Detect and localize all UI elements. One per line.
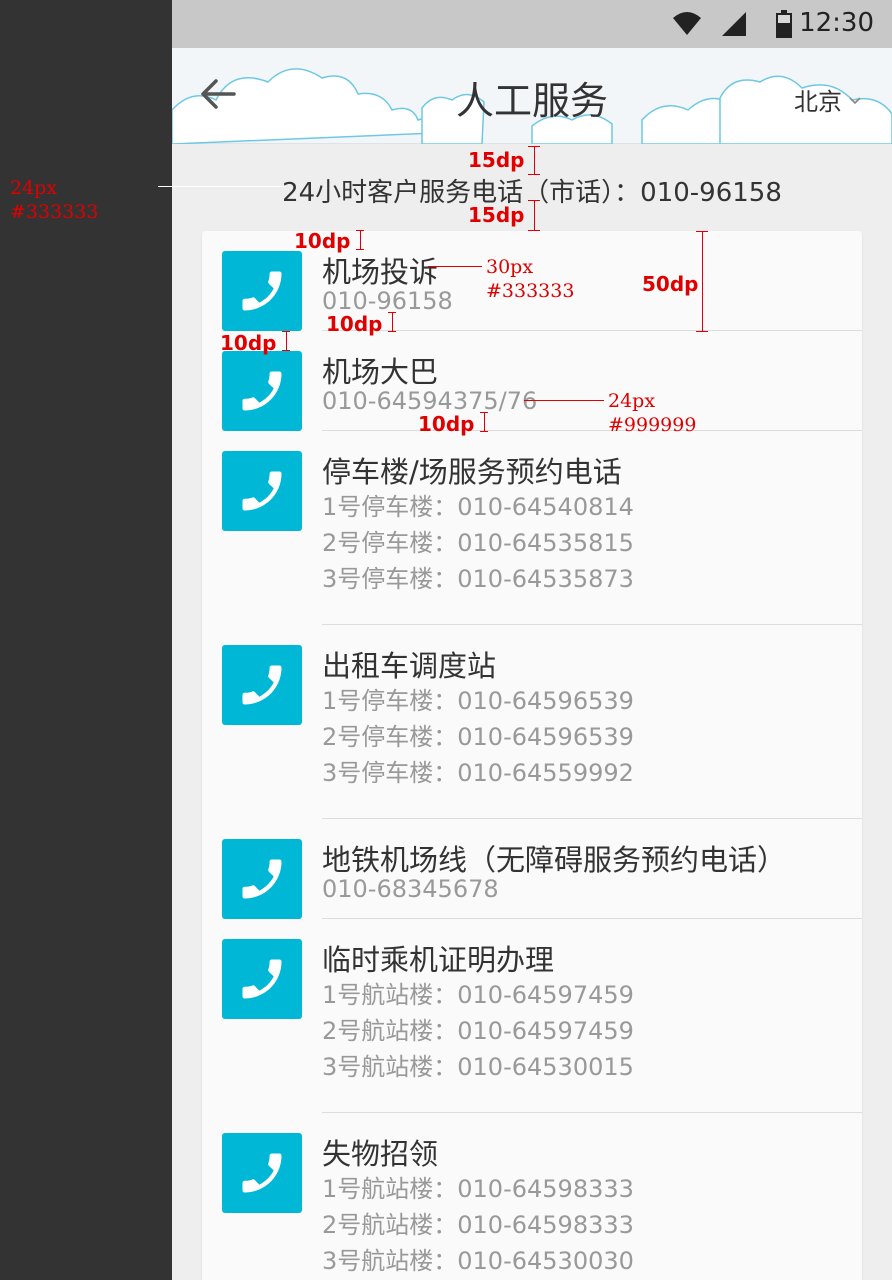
service-phone[interactable]: 1号航站楼：010-64598333 — [322, 1169, 634, 1204]
annotation-marker — [702, 231, 703, 331]
service-item[interactable]: 出租车调度站 1号停车楼：010-64596539 2号停车楼：010-645965… — [202, 625, 862, 819]
service-item[interactable]: 停车楼/场服务预约电话 1号停车楼：010-64540814 2号停车楼：010-6… — [202, 431, 862, 625]
annotation-row-height: 50dp — [642, 272, 699, 296]
annotation-title-size: 30px — [486, 256, 534, 278]
annotation-marker — [388, 312, 396, 313]
city-label: 北京 — [794, 88, 842, 116]
annotation-marker — [356, 230, 364, 231]
phone-icon[interactable] — [222, 451, 302, 531]
status-bar: 12:30 — [172, 0, 892, 48]
service-title: 临时乘机证明办理 — [322, 943, 555, 977]
annotation-icon-gap: 10dp — [220, 331, 277, 355]
annotation-marker — [528, 146, 540, 147]
annotation-marker — [528, 200, 540, 201]
annotation-marker — [480, 412, 488, 413]
service-item[interactable]: 失物招领 1号航站楼：010-64598333 2号航站楼：010-64598333… — [202, 1113, 862, 1280]
annotation-gap-bottom: 15dp — [468, 203, 525, 227]
service-title: 出租车调度站 — [322, 649, 497, 683]
service-phone[interactable]: 3号航站楼：010-64530030 — [322, 1241, 634, 1276]
annotation-sub-color: #999999 — [608, 414, 697, 436]
annotation-marker — [428, 266, 482, 267]
annotation-marker — [480, 431, 488, 432]
annotation-marker — [534, 200, 535, 230]
phone-screen: 12:30 人工服务 北京 24小时客户服务电话（市话）：010-96158 机… — [172, 0, 892, 1280]
annotation-marker — [282, 331, 290, 332]
annotation-marker — [696, 331, 708, 332]
service-title: 机场投诉 — [322, 255, 439, 289]
annotation-marker — [392, 312, 393, 332]
phone-icon[interactable] — [222, 251, 302, 331]
annotation-marker — [534, 146, 535, 174]
service-phone[interactable]: 3号航站楼：010-64530015 — [322, 1047, 634, 1082]
annotation-marker — [388, 331, 396, 332]
chevron-down-icon — [849, 96, 861, 104]
annotation-sub-gap: 10dp — [326, 312, 383, 336]
annotation-marker — [528, 230, 540, 231]
phone-icon[interactable] — [222, 351, 302, 431]
service-title: 失物招领 — [322, 1137, 439, 1171]
service-phone[interactable]: 010-68345678 — [322, 875, 499, 903]
annotation-marker — [356, 249, 364, 250]
service-item[interactable]: 临时乘机证明办理 1号航站楼：010-64597459 2号航站楼：010-6459… — [202, 919, 862, 1113]
wifi-icon — [673, 12, 701, 35]
phone-icon[interactable] — [222, 939, 302, 1019]
service-phone[interactable]: 3号停车楼：010-64559992 — [322, 753, 634, 788]
annotation-marker — [524, 400, 604, 401]
annotation-marker — [528, 174, 540, 175]
annotation-hotline-color: #333333 — [10, 201, 99, 223]
annotation-marker — [158, 186, 286, 187]
service-item[interactable]: 机场大巴 010-64594375/76 — [202, 331, 862, 431]
annotation-marker — [696, 231, 708, 232]
annotation-gap-top: 15dp — [468, 148, 525, 172]
annotation-hotline-size: 24px — [10, 177, 58, 199]
annotation-sub-gap2: 10dp — [418, 412, 475, 436]
service-list: 机场投诉 010-96158 机场大巴 010-64594375/76 停车楼/场服务预… — [202, 231, 862, 1280]
service-phone[interactable]: 2号停车楼：010-64596539 — [322, 717, 634, 752]
service-phone[interactable]: 1号航站楼：010-64597459 — [322, 975, 634, 1010]
service-phone[interactable]: 010-64594375/76 — [322, 387, 537, 415]
service-phone[interactable]: 1号停车楼：010-64596539 — [322, 681, 634, 716]
phone-icon[interactable] — [222, 1133, 302, 1213]
signal-icon — [722, 12, 746, 36]
hotline-text[interactable]: 24小时客户服务电话（市话）：010-96158 — [172, 172, 892, 209]
service-item[interactable]: 地铁机场线（无障碍服务预约电话） 010-68345678 — [202, 819, 862, 919]
annotation-marker — [286, 331, 287, 351]
service-phone[interactable]: 2号停车楼：010-64535815 — [322, 523, 634, 558]
annotation-card-pad: 10dp — [294, 229, 351, 253]
service-phone[interactable]: 2号航站楼：010-64597459 — [322, 1011, 634, 1046]
service-phone[interactable]: 010-96158 — [322, 287, 453, 315]
annotation-sub-size: 24px — [608, 390, 656, 412]
app-header: 人工服务 北京 — [172, 48, 892, 144]
phone-icon[interactable] — [222, 839, 302, 919]
annotation-title-color: #333333 — [486, 280, 575, 302]
phone-icon[interactable] — [222, 645, 302, 725]
annotation-marker — [282, 350, 290, 351]
battery-icon — [776, 10, 792, 38]
service-phone[interactable]: 3号停车楼：010-64535873 — [322, 559, 634, 594]
service-title: 停车楼/场服务预约电话 — [322, 455, 622, 489]
city-selector[interactable]: 北京 — [794, 82, 862, 117]
service-title: 机场大巴 — [322, 355, 439, 389]
service-title: 地铁机场线（无障碍服务预约电话） — [322, 843, 787, 877]
annotation-marker — [484, 412, 485, 432]
status-time: 12:30 — [799, 8, 874, 38]
page-title: 人工服务 — [455, 79, 608, 123]
service-phone[interactable]: 1号停车楼：010-64540814 — [322, 487, 634, 522]
service-phone[interactable]: 2号航站楼：010-64598333 — [322, 1205, 634, 1240]
annotation-marker — [360, 230, 361, 250]
